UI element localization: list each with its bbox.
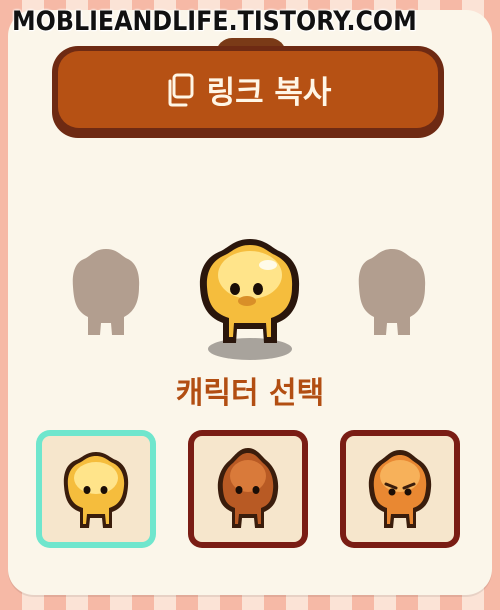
brown-character-icon	[217, 448, 279, 528]
orange-character-icon	[368, 450, 432, 528]
character-card	[194, 436, 302, 542]
watermark: MOBLIEANDLIFE.TISTORY.COM	[12, 6, 417, 37]
copy-link-button[interactable]: 링크 복사	[52, 46, 444, 138]
character-card	[42, 436, 150, 542]
character-slot-orange[interactable]	[340, 430, 460, 548]
character-card	[346, 436, 454, 542]
copy-icon	[168, 73, 194, 106]
prev-character-silhouette[interactable]	[70, 245, 142, 340]
selected-character-preview	[199, 239, 300, 360]
character-slot-brown[interactable]	[188, 430, 308, 548]
yellow-character-icon	[63, 452, 129, 528]
copy-link-label: 링크 복사	[206, 75, 332, 111]
section-title: 캐릭터 선택	[175, 376, 325, 411]
character-slot-yellow[interactable]	[36, 430, 156, 548]
next-character-silhouette[interactable]	[356, 245, 428, 340]
